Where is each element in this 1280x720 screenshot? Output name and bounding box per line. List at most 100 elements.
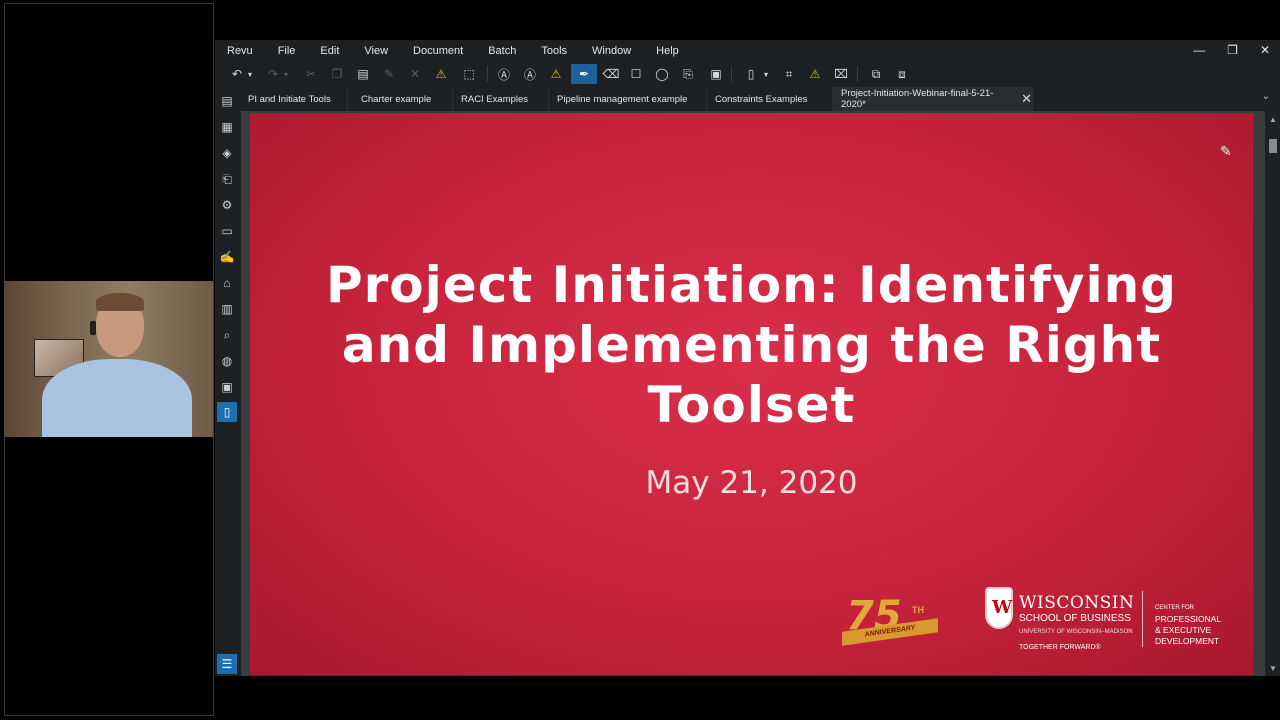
page-dropdown-icon[interactable]: ▾	[761, 64, 771, 84]
settings-icon[interactable]: ⚙	[217, 195, 237, 215]
scroll-up-icon[interactable]: ▲	[1269, 115, 1277, 124]
menu-batch[interactable]: Batch	[488, 45, 516, 57]
window-controls: — ❐ ✕	[1193, 43, 1270, 57]
tab-pi-and-initiate-tools[interactable]: PI and Initiate Tools	[240, 87, 348, 111]
thumbnails-icon[interactable]: ▦	[217, 117, 237, 137]
toolchest-icon[interactable]: ▣	[217, 377, 237, 397]
pen-cursor-icon: ✎	[1220, 143, 1232, 159]
overlay-icon[interactable]: ⧈	[892, 64, 912, 84]
logo-center-line2: PROFESSIONAL	[1155, 614, 1222, 624]
menu-document[interactable]: Document	[413, 45, 463, 57]
menu-help[interactable]: Help	[656, 45, 679, 57]
stamp-icon[interactable]: ⎘	[678, 64, 698, 84]
logo-university: UNIVERSITY OF WISCONSIN–MADISON	[1019, 629, 1133, 635]
wisconsin-school-of-business-logo: W WISCONSIN SCHOOL OF BUSINESS UNIVERSIT…	[985, 585, 1245, 657]
presenter-hair	[96, 293, 144, 311]
headset-mic	[90, 321, 96, 335]
layers-icon[interactable]: ◈	[217, 143, 237, 163]
restore-icon[interactable]: ❐	[1227, 43, 1238, 57]
toolbar-separator	[857, 66, 858, 82]
menu-view[interactable]: View	[364, 45, 388, 57]
bell-icon[interactable]: ⚠	[805, 64, 825, 84]
scroll-down-icon[interactable]: ▼	[1269, 664, 1277, 673]
redo-icon[interactable]: ↷	[263, 64, 283, 84]
logo-center-line1: CENTER FOR	[1155, 605, 1194, 611]
redo-dropdown-icon[interactable]: ▾	[281, 64, 291, 84]
tab-constraints-examples[interactable]: Constraints Examples	[707, 87, 833, 111]
logo-tagline: TOGETHER FORWARD®	[1019, 644, 1101, 651]
tab-project-initiation-webinar[interactable]: Project-Initiation-Webinar-final-5-21-20…	[833, 87, 1033, 111]
cut-icon[interactable]: ✂	[301, 64, 321, 84]
delete-icon[interactable]: ✕	[405, 64, 425, 84]
slide-date: May 21, 2020	[645, 465, 858, 501]
alert-icon[interactable]: ⚠	[431, 64, 451, 84]
anniversary-suffix: TH	[912, 605, 924, 615]
eraser-icon[interactable]: ⌫	[601, 64, 621, 84]
logo-school: SCHOOL OF BUSINESS	[1019, 613, 1131, 624]
tag-icon[interactable]: ⌂	[217, 273, 237, 293]
vertical-scrollbar[interactable]: ▲ ▼	[1266, 111, 1280, 676]
crest-icon: W	[985, 587, 1013, 629]
tab-label: Constraints Examples	[715, 93, 808, 105]
menu-edit[interactable]: Edit	[320, 45, 339, 57]
tab-charter-example[interactable]: Charter example	[353, 87, 453, 111]
toolbar-separator	[731, 66, 732, 82]
typewriter-icon[interactable]: Ⓐ	[520, 64, 540, 84]
logo-center-line4: DEVELOPMENT	[1155, 636, 1220, 646]
crop-icon[interactable]: ⌗	[779, 64, 799, 84]
callout-icon[interactable]: ☐	[626, 64, 646, 84]
measurements-icon[interactable]: ▭	[217, 221, 237, 241]
markup-icon[interactable]: ⌧	[831, 64, 851, 84]
menu-tools[interactable]: Tools	[541, 45, 567, 57]
anniversary-logo: 75 TH ANNIVERSARY	[842, 593, 942, 649]
minimize-icon[interactable]: —	[1193, 43, 1205, 57]
presenter-body	[42, 359, 192, 437]
logo-name: WISCONSIN	[1019, 593, 1135, 613]
studio-icon[interactable]: ◍	[217, 351, 237, 371]
markup-pen-icon[interactable]: ✍	[217, 247, 237, 267]
slide-page[interactable]: ✎ Project Initiation: Identifying and Im…	[250, 113, 1253, 675]
bookmarks-icon[interactable]: ▯	[217, 402, 237, 422]
markups-list-icon[interactable]: ☰	[217, 654, 237, 674]
menu-file[interactable]: File	[278, 45, 296, 57]
properties-icon[interactable]: ▤	[217, 91, 237, 111]
webcam-video	[4, 281, 213, 437]
tab-label: Charter example	[361, 93, 432, 105]
compare-icon[interactable]: ⧉	[866, 64, 886, 84]
logo-center-line3: & EXECUTIVE	[1155, 625, 1212, 635]
document-tab-bar: PI and Initiate Tools Charter example RA…	[215, 87, 1280, 111]
page-icon[interactable]: ▯	[741, 64, 761, 84]
close-icon[interactable]: ✕	[1260, 43, 1270, 57]
crest-letter: W	[992, 597, 1013, 618]
logo-divider	[1142, 591, 1143, 647]
toolbar-separator	[487, 66, 488, 82]
slide-title: Project Initiation: Identifying and Impl…	[326, 256, 1177, 434]
tab-label: RACI Examples	[461, 93, 529, 105]
paste-icon[interactable]: ▤	[353, 64, 373, 84]
toolbar: ↶ ▾ ↷ ▾ ✂ ❐ ▤ ✎ ✕ ⚠ ⬚ Ⓐ Ⓐ ⚠ ✒ ⌫ ☐ ◯ ⎘ ▣ …	[215, 62, 1280, 86]
tab-raci-examples[interactable]: RACI Examples	[453, 87, 549, 111]
pen-tool-icon[interactable]: ✒	[571, 64, 597, 84]
tab-label: PI and Initiate Tools	[248, 93, 331, 105]
tab-pipeline-management-example[interactable]: Pipeline management example	[549, 87, 707, 111]
tab-label: Pipeline management example	[557, 93, 688, 105]
left-panel-bar: ▤ ▦ ◈ ⎗ ⚙ ▭ ✍ ⌂ ▥ ⌕ ◍ ▣ ▯ ☰	[215, 87, 239, 676]
menu-window[interactable]: Window	[592, 45, 631, 57]
close-tab-icon[interactable]: ✕	[1021, 91, 1032, 107]
undo-dropdown-icon[interactable]: ▾	[245, 64, 255, 84]
text-box-icon[interactable]: Ⓐ	[494, 64, 514, 84]
undo-icon[interactable]: ↶	[227, 64, 247, 84]
image-icon[interactable]: ▣	[706, 64, 726, 84]
scroll-thumb[interactable]	[1269, 139, 1277, 153]
chevron-down-icon[interactable]: ⌄	[1262, 91, 1270, 102]
shape-icon[interactable]: ◯	[652, 64, 672, 84]
format-painter-icon[interactable]: ✎	[379, 64, 399, 84]
menu-bar: Revu File Edit View Document Batch Tools…	[215, 40, 1280, 62]
highlight-icon[interactable]: ⚠	[546, 64, 566, 84]
menu-revu[interactable]: Revu	[227, 45, 253, 57]
stack-icon[interactable]: ▥	[217, 299, 237, 319]
search-icon[interactable]: ⌕	[217, 325, 237, 345]
file-access-icon[interactable]: ⎗	[217, 169, 237, 189]
copy-icon[interactable]: ❐	[327, 64, 347, 84]
select-area-icon[interactable]: ⬚	[459, 64, 479, 84]
